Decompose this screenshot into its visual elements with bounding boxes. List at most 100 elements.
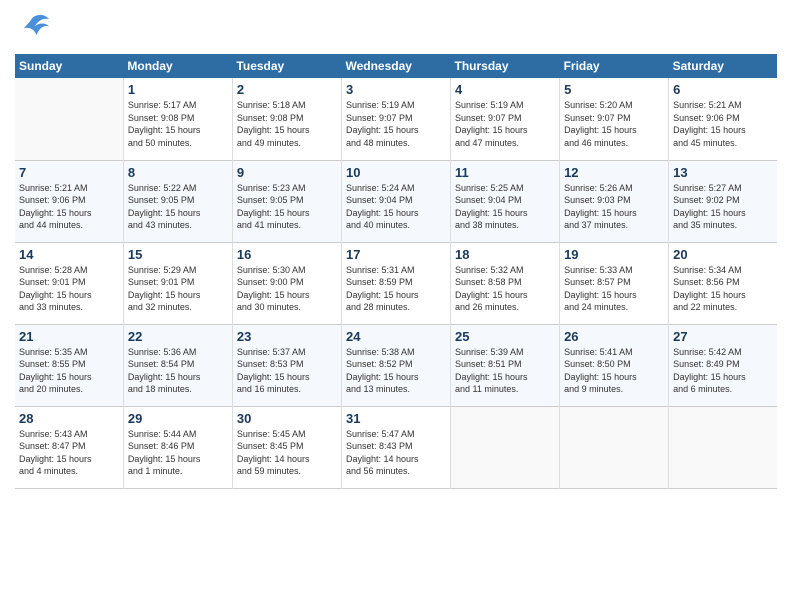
calendar-cell: 12Sunrise: 5:26 AM Sunset: 9:03 PM Dayli… [560,160,669,242]
day-number: 20 [673,247,773,262]
day-info: Sunrise: 5:41 AM Sunset: 8:50 PM Dayligh… [564,346,664,396]
day-info: Sunrise: 5:24 AM Sunset: 9:04 PM Dayligh… [346,182,446,232]
calendar-cell: 31Sunrise: 5:47 AM Sunset: 8:43 PM Dayli… [341,406,450,488]
day-number: 10 [346,165,446,180]
calendar-cell: 10 Sunrise: 5:24 AM Sunset: 9:04 PM Dayli… [341,160,450,242]
header [15,10,777,46]
day-number: 19 [564,247,664,262]
calendar-cell: 4 Sunrise: 5:19 AM Sunset: 9:07 PM Daylig… [451,78,560,160]
calendar-cell: 3 Sunrise: 5:19 AM Sunset: 9:07 PM Daylig… [341,78,450,160]
calendar-cell: 19 Sunrise: 5:33 AM Sunset: 8:57 PM Dayli… [560,242,669,324]
calendar-cell: 26 Sunrise: 5:41 AM Sunset: 8:50 PM Dayli… [560,324,669,406]
main-container: SundayMondayTuesdayWednesdayThursdayFrid… [0,0,792,499]
calendar-cell: 14 Sunrise: 5:28 AM Sunset: 9:01 PM Dayli… [15,242,123,324]
day-info: Sunrise: 5:28 AM Sunset: 9:01 PM Dayligh… [19,264,119,314]
calendar-cell [560,406,669,488]
day-info: Sunrise: 5:25 AM Sunset: 9:04 PM Dayligh… [455,182,555,232]
calendar-cell [669,406,777,488]
day-number: 22 [128,329,228,344]
calendar-cell: 1 Sunrise: 5:17 AM Sunset: 9:08 PM Daylig… [123,78,232,160]
calendar-cell: 29 Sunrise: 5:44 AM Sunset: 8:46 PM Dayli… [123,406,232,488]
day-info: Sunrise: 5:32 AM Sunset: 8:58 PM Dayligh… [455,264,555,314]
day-info: Sunrise: 5:35 AM Sunset: 8:55 PM Dayligh… [19,346,119,396]
day-of-week-header: Saturday [669,54,777,78]
day-info: Sunrise: 5:42 AM Sunset: 8:49 PM Dayligh… [673,346,773,396]
day-of-week-header: Monday [123,54,232,78]
day-number: 3 [346,82,446,97]
day-number: 6 [673,82,773,97]
day-number: 31 [346,411,446,426]
calendar-week-row: 1 Sunrise: 5:17 AM Sunset: 9:08 PM Daylig… [15,78,777,160]
calendar-cell: 17 Sunrise: 5:31 AM Sunset: 8:59 PM Dayli… [341,242,450,324]
day-number: 29 [128,411,228,426]
calendar-cell: 24 Sunrise: 5:38 AM Sunset: 8:52 PM Dayli… [341,324,450,406]
day-info: Sunrise: 5:23 AM Sunset: 9:05 PM Dayligh… [237,182,337,232]
calendar-cell: 6 Sunrise: 5:21 AM Sunset: 9:06 PM Daylig… [669,78,777,160]
day-info: Sunrise: 5:22 AM Sunset: 9:05 PM Dayligh… [128,182,228,232]
day-number: 12 [564,165,664,180]
day-of-week-header: Wednesday [341,54,450,78]
day-info: Sunrise: 5:34 AM Sunset: 8:56 PM Dayligh… [673,264,773,314]
calendar-cell: 2 Sunrise: 5:18 AM Sunset: 9:08 PM Daylig… [232,78,341,160]
calendar-cell: 18Sunrise: 5:32 AM Sunset: 8:58 PM Dayli… [451,242,560,324]
calendar-week-row: 7Sunrise: 5:21 AM Sunset: 9:06 PM Daylig… [15,160,777,242]
day-info: Sunrise: 5:43 AM Sunset: 8:47 PM Dayligh… [19,428,119,478]
logo-icon [15,10,51,46]
calendar-cell: 25 Sunrise: 5:39 AM Sunset: 8:51 PM Dayli… [451,324,560,406]
day-number: 24 [346,329,446,344]
day-of-week-header: Sunday [15,54,123,78]
logo [15,10,55,46]
day-number: 2 [237,82,337,97]
day-of-week-header: Thursday [451,54,560,78]
day-info: Sunrise: 5:19 AM Sunset: 9:07 PM Dayligh… [346,99,446,149]
day-number: 30 [237,411,337,426]
day-info: Sunrise: 5:19 AM Sunset: 9:07 PM Dayligh… [455,99,555,149]
calendar-cell: 7Sunrise: 5:21 AM Sunset: 9:06 PM Daylig… [15,160,123,242]
calendar-cell: 30 Sunrise: 5:45 AM Sunset: 8:45 PM Dayli… [232,406,341,488]
day-number: 14 [19,247,119,262]
calendar-table: SundayMondayTuesdayWednesdayThursdayFrid… [15,54,777,489]
calendar-cell: 20 Sunrise: 5:34 AM Sunset: 8:56 PM Dayli… [669,242,777,324]
day-info: Sunrise: 5:45 AM Sunset: 8:45 PM Dayligh… [237,428,337,478]
calendar-cell: 22 Sunrise: 5:36 AM Sunset: 8:54 PM Dayli… [123,324,232,406]
calendar-week-row: 21 Sunrise: 5:35 AM Sunset: 8:55 PM Dayli… [15,324,777,406]
day-number: 5 [564,82,664,97]
day-of-week-header: Tuesday [232,54,341,78]
day-number: 26 [564,329,664,344]
day-number: 1 [128,82,228,97]
calendar-cell [15,78,123,160]
calendar-cell: 13Sunrise: 5:27 AM Sunset: 9:02 PM Dayli… [669,160,777,242]
day-info: Sunrise: 5:33 AM Sunset: 8:57 PM Dayligh… [564,264,664,314]
day-number: 25 [455,329,555,344]
day-info: Sunrise: 5:39 AM Sunset: 8:51 PM Dayligh… [455,346,555,396]
day-number: 8 [128,165,228,180]
day-number: 15 [128,247,228,262]
calendar-cell: 15Sunrise: 5:29 AM Sunset: 9:01 PM Dayli… [123,242,232,324]
day-info: Sunrise: 5:20 AM Sunset: 9:07 PM Dayligh… [564,99,664,149]
day-info: Sunrise: 5:18 AM Sunset: 9:08 PM Dayligh… [237,99,337,149]
calendar-cell [451,406,560,488]
day-number: 28 [19,411,119,426]
day-number: 4 [455,82,555,97]
calendar-header-row: SundayMondayTuesdayWednesdayThursdayFrid… [15,54,777,78]
calendar-cell: 11Sunrise: 5:25 AM Sunset: 9:04 PM Dayli… [451,160,560,242]
calendar-cell: 9Sunrise: 5:23 AM Sunset: 9:05 PM Daylig… [232,160,341,242]
day-info: Sunrise: 5:21 AM Sunset: 9:06 PM Dayligh… [19,182,119,232]
day-info: Sunrise: 5:31 AM Sunset: 8:59 PM Dayligh… [346,264,446,314]
day-info: Sunrise: 5:17 AM Sunset: 9:08 PM Dayligh… [128,99,228,149]
day-info: Sunrise: 5:21 AM Sunset: 9:06 PM Dayligh… [673,99,773,149]
day-number: 17 [346,247,446,262]
day-number: 21 [19,329,119,344]
day-info: Sunrise: 5:30 AM Sunset: 9:00 PM Dayligh… [237,264,337,314]
day-info: Sunrise: 5:36 AM Sunset: 8:54 PM Dayligh… [128,346,228,396]
day-info: Sunrise: 5:44 AM Sunset: 8:46 PM Dayligh… [128,428,228,478]
calendar-cell: 16 Sunrise: 5:30 AM Sunset: 9:00 PM Dayli… [232,242,341,324]
calendar-cell: 21 Sunrise: 5:35 AM Sunset: 8:55 PM Dayli… [15,324,123,406]
calendar-week-row: 14 Sunrise: 5:28 AM Sunset: 9:01 PM Dayli… [15,242,777,324]
calendar-cell: 5 Sunrise: 5:20 AM Sunset: 9:07 PM Daylig… [560,78,669,160]
calendar-week-row: 28 Sunrise: 5:43 AM Sunset: 8:47 PM Dayli… [15,406,777,488]
day-number: 16 [237,247,337,262]
day-info: Sunrise: 5:38 AM Sunset: 8:52 PM Dayligh… [346,346,446,396]
day-number: 23 [237,329,337,344]
calendar-cell: 28 Sunrise: 5:43 AM Sunset: 8:47 PM Dayli… [15,406,123,488]
